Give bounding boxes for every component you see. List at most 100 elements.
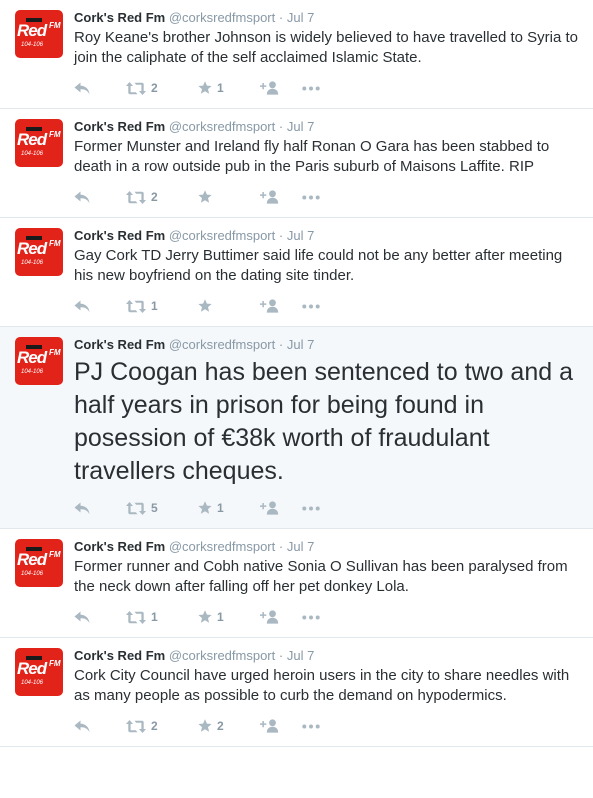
- avatar[interactable]: Red FM 104-106: [15, 648, 63, 696]
- reply-button[interactable]: [74, 720, 126, 733]
- more-options-button[interactable]: [302, 86, 320, 91]
- tweet-timestamp[interactable]: Jul 7: [287, 119, 314, 134]
- tweet-timeline: Red FM 104-106 Cork's Red Fm @corksredfm…: [0, 0, 593, 747]
- favorite-button[interactable]: 1: [198, 610, 260, 624]
- reply-button[interactable]: [74, 611, 126, 624]
- reply-button[interactable]: [74, 82, 126, 95]
- tweet-timestamp[interactable]: Jul 7: [287, 10, 314, 25]
- author-handle[interactable]: @corksredfmsport: [169, 119, 275, 134]
- follow-button[interactable]: [260, 610, 302, 624]
- favorite-count: 1: [217, 81, 224, 95]
- more-icon: [302, 304, 320, 308]
- favorite-button[interactable]: 1: [198, 501, 260, 515]
- tweet-text: Roy Keane's brother Johnson is widely be…: [74, 29, 578, 66]
- tweet-content: Cork's Red Fm @corksredfmsport · Jul 7 G…: [74, 218, 593, 326]
- author-handle[interactable]: @corksredfmsport: [169, 539, 275, 554]
- add-user-icon: [260, 719, 279, 733]
- tweet-timestamp[interactable]: Jul 7: [287, 539, 314, 554]
- favorite-count: 1: [217, 610, 224, 624]
- logo-frequency: 104-106: [21, 42, 44, 48]
- favorite-count: 1: [217, 501, 224, 515]
- more-options-button[interactable]: [302, 506, 320, 511]
- logo-frequency: 104-106: [21, 571, 44, 577]
- author-name[interactable]: Cork's Red Fm: [74, 228, 165, 243]
- retweet-button[interactable]: 1: [126, 610, 198, 624]
- favorite-button[interactable]: [198, 190, 260, 204]
- tweet[interactable]: Red FM 104-106 Cork's Red Fm @corksredfm…: [0, 0, 593, 109]
- tweet-timestamp[interactable]: Jul 7: [287, 648, 314, 663]
- tweet[interactable]: Red FM 104-106 Cork's Red Fm @corksredfm…: [0, 529, 593, 638]
- retweet-count: 2: [151, 81, 158, 95]
- retweet-button[interactable]: 5: [126, 501, 198, 515]
- tweet-text: Former runner and Cobh native Sonia O Su…: [74, 558, 568, 595]
- logo-fm: FM: [49, 21, 61, 30]
- logo-frequency: 104-106: [21, 369, 44, 375]
- logo-word: Red: [17, 550, 47, 569]
- tweet[interactable]: Red FM 104-106 Cork's Red Fm @corksredfm…: [0, 218, 593, 327]
- logo-word: Red: [17, 21, 47, 40]
- reply-button[interactable]: [74, 191, 126, 204]
- retweet-count: 2: [151, 190, 158, 204]
- more-options-button[interactable]: [302, 615, 320, 620]
- author-name[interactable]: Cork's Red Fm: [74, 539, 165, 554]
- avatar[interactable]: Red FM 104-106: [15, 119, 63, 167]
- avatar[interactable]: Red FM 104-106: [15, 228, 63, 276]
- logo-word: Red: [17, 348, 47, 367]
- avatar[interactable]: Red FM 104-106: [15, 539, 63, 587]
- tweet-header: Cork's Red Fm @corksredfmsport · Jul 7: [74, 118, 579, 136]
- logo-frequency: 104-106: [21, 680, 44, 686]
- add-user-icon: [260, 190, 279, 204]
- reply-button[interactable]: [74, 300, 126, 313]
- retweet-count: 2: [151, 719, 158, 733]
- tweet[interactable]: Red FM 104-106 Cork's Red Fm @corksredfm…: [0, 638, 593, 747]
- reply-icon: [74, 720, 90, 732]
- tweet-content: Cork's Red Fm @corksredfmsport · Jul 7 C…: [74, 638, 593, 746]
- author-name[interactable]: Cork's Red Fm: [74, 337, 165, 352]
- add-user-icon: [260, 610, 279, 624]
- follow-button[interactable]: [260, 81, 302, 95]
- favorite-button[interactable]: 2: [198, 719, 260, 733]
- logo-fm: FM: [49, 550, 61, 559]
- follow-button[interactable]: [260, 501, 302, 515]
- follow-button[interactable]: [260, 299, 302, 313]
- favorite-button[interactable]: 1: [198, 81, 260, 95]
- tweet-text: Cork City Council have urged heroin user…: [74, 667, 570, 704]
- author-handle[interactable]: @corksredfmsport: [169, 648, 275, 663]
- author-handle[interactable]: @corksredfmsport: [169, 337, 275, 352]
- logo-fm: FM: [49, 239, 61, 248]
- avatar[interactable]: Red FM 104-106: [15, 10, 63, 58]
- reply-icon: [74, 82, 90, 94]
- header-separator: ·: [278, 228, 284, 243]
- retweet-button[interactable]: 2: [126, 719, 198, 733]
- follow-button[interactable]: [260, 719, 302, 733]
- retweet-count: 1: [151, 299, 158, 313]
- tweet[interactable]: Red FM 104-106 Cork's Red Fm @corksredfm…: [0, 109, 593, 218]
- more-icon: [302, 724, 320, 728]
- add-user-icon: [260, 501, 279, 515]
- logo-fm: FM: [49, 130, 61, 139]
- tweet-actions: 2 1: [74, 68, 579, 108]
- reply-button[interactable]: [74, 502, 126, 515]
- retweet-button[interactable]: 2: [126, 81, 198, 95]
- author-name[interactable]: Cork's Red Fm: [74, 119, 165, 134]
- tweet[interactable]: Red FM 104-106 Cork's Red Fm @corksredfm…: [0, 327, 593, 529]
- more-options-button[interactable]: [302, 195, 320, 200]
- tweet-timestamp[interactable]: Jul 7: [287, 337, 314, 352]
- avatar[interactable]: Red FM 104-106: [15, 337, 63, 385]
- logo-frequency: 104-106: [21, 151, 44, 157]
- retweet-button[interactable]: 2: [126, 190, 198, 204]
- follow-button[interactable]: [260, 190, 302, 204]
- author-name[interactable]: Cork's Red Fm: [74, 648, 165, 663]
- tweet-text: PJ Coogan has been sentenced to two and …: [74, 358, 573, 485]
- header-separator: ·: [278, 337, 284, 352]
- tweet-timestamp[interactable]: Jul 7: [287, 228, 314, 243]
- retweet-button[interactable]: 1: [126, 299, 198, 313]
- tweet-content: Cork's Red Fm @corksredfmsport · Jul 7 F…: [74, 529, 593, 637]
- author-handle[interactable]: @corksredfmsport: [169, 10, 275, 25]
- star-icon: [198, 190, 212, 203]
- more-options-button[interactable]: [302, 724, 320, 729]
- author-handle[interactable]: @corksredfmsport: [169, 228, 275, 243]
- favorite-button[interactable]: [198, 299, 260, 313]
- author-name[interactable]: Cork's Red Fm: [74, 10, 165, 25]
- more-options-button[interactable]: [302, 304, 320, 309]
